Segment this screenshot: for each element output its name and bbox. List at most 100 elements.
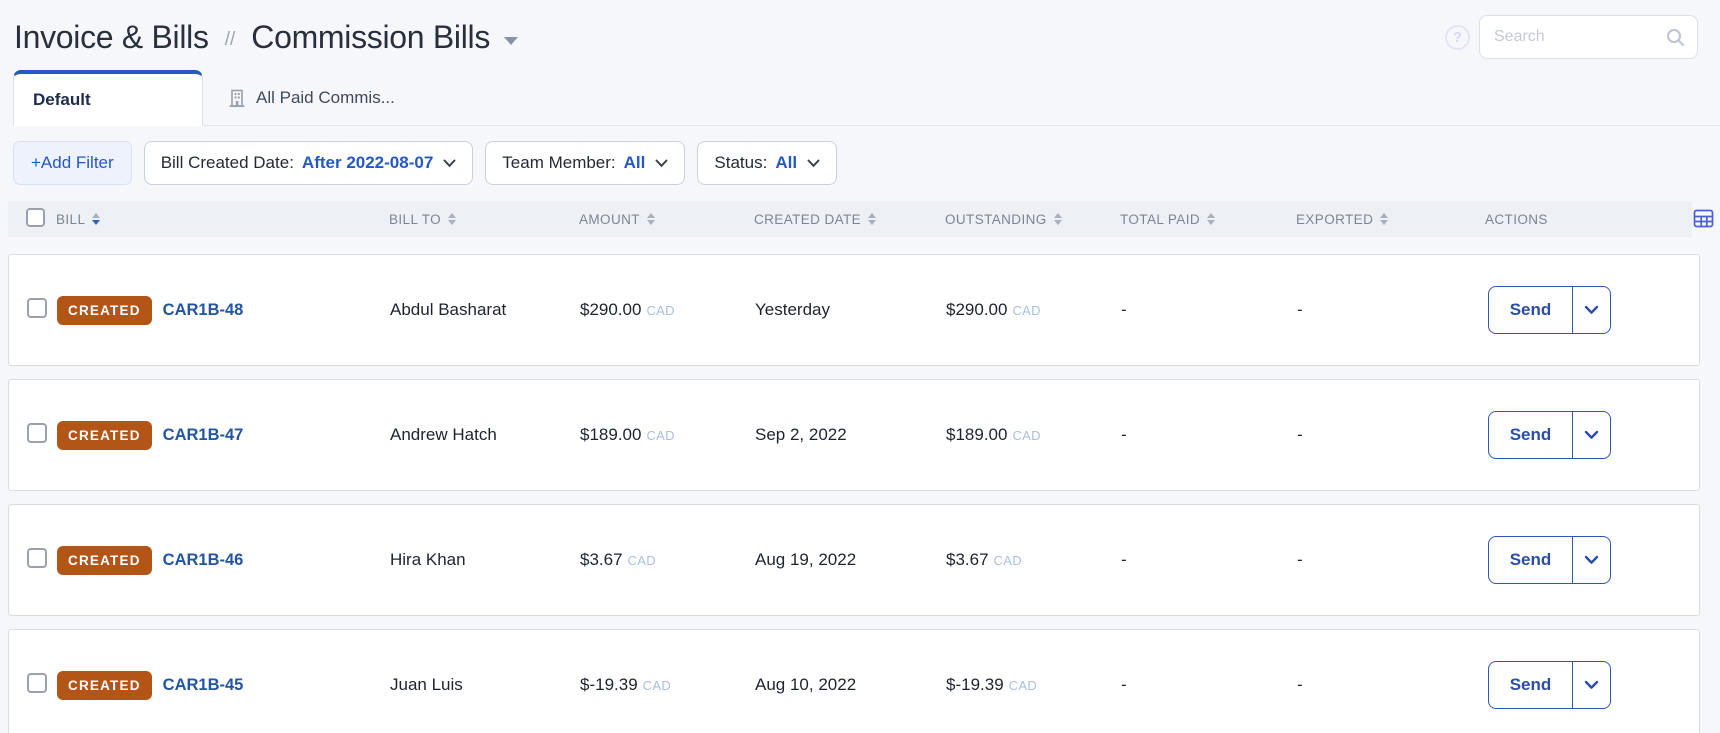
exported-cell: - [1297, 675, 1303, 694]
exported-cell: - [1297, 550, 1303, 569]
filter-value: All [775, 153, 798, 172]
amount-cell: $189.00 CAD [580, 425, 675, 444]
help-icon[interactable]: ? [1445, 24, 1470, 50]
breadcrumb-section: Invoice & Bills [14, 18, 209, 55]
exported-cell: - [1297, 300, 1303, 319]
total-paid-cell: - [1121, 425, 1127, 444]
column-header-amount[interactable]: AMOUNT [579, 212, 754, 227]
bill-id-link[interactable]: CAR1B-45 [163, 676, 244, 695]
bill-to-cell: Abdul Basharat [390, 300, 507, 319]
status-badge: CREATED [57, 545, 152, 575]
column-header-bill-to[interactable]: BILL TO [389, 212, 579, 227]
amount-cell: $-19.39 CAD [580, 675, 672, 694]
table-header: BILL BILL TO AMOUNT CREATED DATE OUTSTAN… [8, 201, 1692, 237]
column-header-exported[interactable]: EXPORTED [1296, 212, 1485, 227]
sort-icon [1380, 213, 1389, 225]
send-button-group: Send [1488, 411, 1611, 459]
currency-label: CAD [646, 428, 675, 443]
sort-icon [1053, 213, 1062, 225]
topbar-right: ? [1445, 15, 1698, 59]
total-paid-cell: - [1121, 550, 1127, 569]
select-all-checkbox[interactable] [26, 208, 45, 227]
currency-label: CAD [642, 678, 672, 693]
total-paid-cell: - [1121, 300, 1127, 319]
search-box [1479, 15, 1698, 59]
amount-cell: $290.00 CAD [580, 300, 675, 319]
bill-id-link[interactable]: CAR1B-48 [163, 301, 244, 320]
send-button[interactable]: Send [1489, 287, 1572, 333]
filter-team-member[interactable]: Team Member: All [485, 141, 686, 185]
topbar: Invoice & Bills // Commission Bills ? [0, 0, 1720, 59]
column-header-created-date[interactable]: CREATED DATE [754, 212, 945, 227]
send-dropdown-button[interactable] [1572, 287, 1610, 333]
search-input[interactable] [1494, 28, 1666, 46]
table-row: CREATED CAR1B-46 Hira Khan $3.67 CAD Aug … [8, 504, 1700, 616]
tab-bar: Default All Paid Commis... [13, 70, 1720, 126]
tab-default[interactable]: Default [13, 70, 203, 126]
column-settings-icon[interactable] [1693, 208, 1714, 229]
column-header-total-paid[interactable]: TOTAL PAID [1120, 212, 1296, 227]
chevron-down-icon [1584, 680, 1599, 690]
created-date-cell: Aug 19, 2022 [755, 550, 857, 569]
created-date-cell: Sep 2, 2022 [755, 425, 847, 444]
table-row: CREATED CAR1B-45 Juan Luis $-19.39 CAD Au… [8, 629, 1700, 733]
tab-all-paid-commissions[interactable]: All Paid Commis... [203, 70, 421, 125]
table-row: CREATED CAR1B-48 Abdul Basharat $290.00 C… [8, 254, 1700, 366]
send-button-group: Send [1488, 661, 1611, 709]
bill-id-link[interactable]: CAR1B-46 [163, 551, 244, 570]
send-button-group: Send [1488, 536, 1611, 584]
sort-icon [646, 213, 655, 225]
column-header-outstanding[interactable]: OUTSTANDING [945, 212, 1120, 227]
total-paid-cell: - [1121, 675, 1127, 694]
bill-to-cell: Juan Luis [390, 675, 463, 694]
building-icon [229, 89, 245, 107]
send-dropdown-button[interactable] [1572, 412, 1610, 458]
view-selector[interactable]: Commission Bills [251, 18, 519, 56]
filter-label: Team Member: [502, 153, 616, 172]
filter-bill-created-date[interactable]: Bill Created Date: After 2022-08-07 [143, 141, 474, 185]
page-title: Commission Bills [251, 18, 491, 55]
chevron-down-icon [1584, 430, 1599, 440]
send-button[interactable]: Send [1489, 412, 1572, 458]
tab-label: Default [33, 89, 91, 109]
created-date-cell: Aug 10, 2022 [755, 675, 857, 694]
exported-cell: - [1297, 425, 1303, 444]
table-row: CREATED CAR1B-47 Andrew Hatch $189.00 CAD… [8, 379, 1700, 491]
amount-cell: $3.67 CAD [580, 550, 656, 569]
row-checkbox[interactable] [27, 297, 47, 318]
bill-to-cell: Andrew Hatch [390, 425, 497, 444]
status-badge: CREATED [57, 670, 152, 700]
row-checkbox[interactable] [27, 547, 47, 568]
row-checkbox[interactable] [27, 672, 47, 693]
filter-value: After 2022-08-07 [301, 153, 434, 172]
tab-label: All Paid Commis... [256, 87, 395, 107]
breadcrumb: Invoice & Bills // Commission Bills [14, 18, 519, 56]
currency-label: CAD [646, 303, 675, 318]
send-button[interactable]: Send [1489, 537, 1572, 583]
filter-bar: +Add Filter Bill Created Date: After 202… [13, 141, 1720, 185]
send-dropdown-button[interactable] [1572, 537, 1610, 583]
add-filter-button[interactable]: +Add Filter [13, 141, 132, 185]
outstanding-cell: $290.00 CAD [946, 300, 1041, 319]
sort-icon [92, 213, 101, 225]
outstanding-cell: $3.67 CAD [946, 550, 1022, 569]
send-button[interactable]: Send [1489, 662, 1572, 708]
filter-label: Status: [714, 153, 768, 172]
filter-value: All [623, 153, 646, 172]
created-date-cell: Yesterday [755, 300, 830, 319]
filter-status[interactable]: Status: All [697, 141, 838, 185]
currency-label: CAD [1012, 303, 1041, 318]
row-checkbox[interactable] [27, 422, 47, 443]
breadcrumb-separator: // [224, 29, 236, 50]
sort-icon [1207, 213, 1216, 225]
send-button-group: Send [1488, 286, 1611, 334]
bill-to-cell: Hira Khan [390, 550, 466, 569]
column-header-actions: ACTIONS [1485, 211, 1548, 227]
outstanding-cell: $189.00 CAD [946, 425, 1041, 444]
sort-icon [448, 213, 457, 225]
send-dropdown-button[interactable] [1572, 662, 1610, 708]
chevron-down-icon [1584, 555, 1599, 565]
outstanding-cell: $-19.39 CAD [946, 675, 1038, 694]
column-header-bill[interactable]: BILL [56, 212, 389, 227]
bill-id-link[interactable]: CAR1B-47 [163, 426, 244, 445]
